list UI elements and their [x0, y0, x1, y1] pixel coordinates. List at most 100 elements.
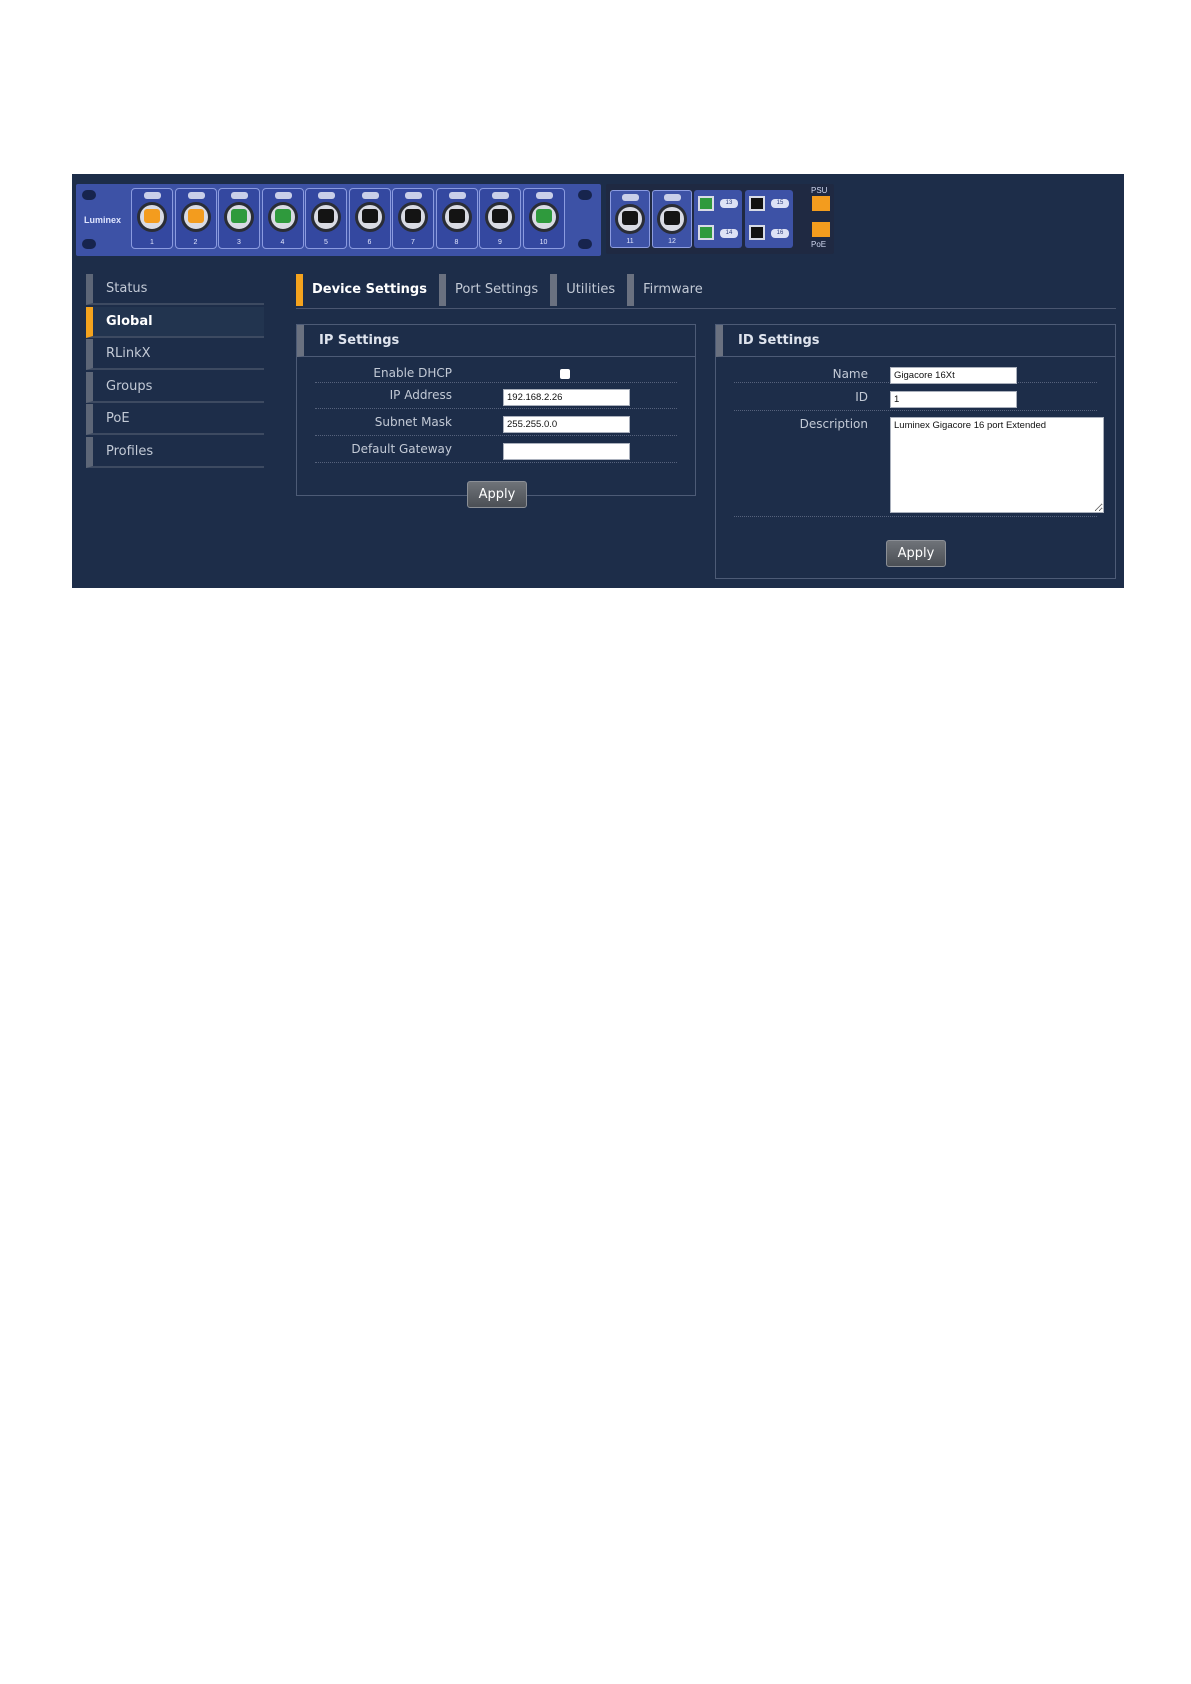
port-number: 12 — [668, 238, 676, 245]
rack-mount-hole — [82, 190, 96, 200]
tab-utilities[interactable]: Utilities — [550, 274, 627, 306]
port-number: 1 — [150, 239, 154, 246]
port-2[interactable]: 2 — [174, 188, 217, 249]
sidebar-item-poe[interactable]: PoE — [86, 404, 264, 435]
rack-unit: Luminex 1 2 3 4 5 6 7 8 9 10 — [76, 184, 601, 256]
port-latch — [318, 192, 335, 199]
port-connector-icon — [485, 202, 515, 232]
port-latch — [231, 192, 248, 199]
sidebar-item-groups[interactable]: Groups — [86, 371, 264, 403]
port-connector-icon — [398, 202, 428, 232]
gateway-input[interactable] — [503, 443, 630, 460]
tab-port-settings[interactable]: Port Settings — [438, 274, 550, 306]
port-5[interactable]: 5 — [305, 188, 347, 249]
port-latch — [274, 192, 292, 199]
sfp-port-15[interactable] — [749, 196, 765, 211]
psu-label: PSU — [811, 186, 828, 195]
port-latch — [664, 194, 681, 201]
port-6[interactable]: 6 — [348, 188, 391, 249]
dhcp-checkbox[interactable] — [560, 369, 570, 379]
name-row: Name Gigacore 16Xt — [734, 357, 1097, 384]
port-latch — [361, 192, 379, 199]
id-settings-panel: ID Settings Name Gigacore 16Xt ID 1 Desc… — [715, 324, 1116, 579]
rack-mount-hole — [82, 239, 96, 249]
port-connector-icon — [137, 202, 167, 232]
description-textarea[interactable] — [890, 417, 1104, 513]
port-12[interactable]: 12 — [652, 190, 692, 248]
sfp-group-15-16: 15 16 — [745, 190, 793, 248]
sfp-port-14[interactable] — [698, 225, 714, 240]
rack-mount-hole — [578, 190, 592, 200]
port-7[interactable]: 7 — [392, 188, 434, 249]
port-number: 3 — [237, 239, 241, 246]
port-latch — [492, 192, 509, 199]
port-connector-icon — [615, 204, 645, 234]
ip-settings-panel: IP Settings Enable DHCP IP Address 192.1… — [296, 324, 696, 508]
sidebar-item-rlinkx[interactable]: RLinkX — [86, 339, 264, 370]
port-3[interactable]: 3 — [218, 188, 260, 249]
sidebar-item-status[interactable]: Status — [86, 274, 264, 305]
port-number: 11 — [626, 238, 634, 245]
port-10[interactable]: 10 — [522, 188, 565, 249]
name-input[interactable]: Gigacore 16Xt — [890, 367, 1017, 384]
tab-device-settings[interactable]: Device Settings — [296, 274, 439, 306]
sfp-label: 16 — [771, 229, 789, 238]
port-number: 2 — [193, 239, 198, 246]
port-latch — [448, 192, 466, 199]
port-8[interactable]: 8 — [435, 188, 478, 249]
ip-address-label: IP Address — [389, 388, 452, 402]
sidebar-item-global[interactable]: Global — [86, 306, 264, 338]
port-connector-icon — [657, 204, 687, 234]
sidebar-nav: Status Global RLinkX Groups PoE Profiles — [86, 274, 264, 469]
port-9[interactable]: 9 — [479, 188, 521, 249]
port-latch — [405, 192, 422, 199]
port-11[interactable]: 11 — [610, 190, 650, 248]
poe-indicator — [812, 222, 830, 237]
port-latch — [535, 192, 553, 199]
port-number: 4 — [280, 239, 285, 246]
id-apply-button[interactable]: Apply — [886, 540, 946, 567]
switch-web-ui: Luminex 12345678910 11 12 13 14 — [72, 174, 1124, 588]
subnet-mask-row: Subnet Mask 255.255.0.0 — [315, 410, 677, 436]
port-connector-icon — [528, 202, 559, 232]
subnet-mask-input[interactable]: 255.255.0.0 — [503, 416, 630, 433]
port-number: 7 — [411, 239, 415, 246]
id-input[interactable]: 1 — [890, 391, 1017, 408]
port-latch — [622, 194, 639, 201]
sfp-label: 13 — [720, 199, 738, 208]
ip-address-row: IP Address 192.168.2.26 — [315, 383, 677, 409]
sidebar-item-profiles[interactable]: Profiles — [86, 436, 264, 468]
tab-firmware[interactable]: Firmware — [627, 274, 715, 306]
sfp-label: 15 — [771, 199, 789, 208]
port-latch — [187, 192, 205, 199]
brand-logo: Luminex — [84, 215, 122, 225]
settings-tabs: Device Settings Port Settings Utilities … — [296, 274, 1116, 309]
id-label: ID — [855, 390, 868, 404]
port-number: 8 — [454, 239, 459, 246]
port-connector-icon — [311, 202, 341, 232]
port-number: 6 — [367, 239, 372, 246]
port-connector-icon — [441, 202, 472, 232]
ip-settings-title: IP Settings — [297, 325, 695, 357]
poe-label: PoE — [811, 240, 827, 249]
dhcp-row: Enable DHCP — [315, 357, 677, 383]
id-settings-title: ID Settings — [716, 325, 1115, 357]
gateway-label: Default Gateway — [351, 442, 452, 456]
port-number: 10 — [539, 239, 548, 246]
subnet-mask-label: Subnet Mask — [374, 415, 452, 429]
name-label: Name — [832, 367, 868, 381]
gateway-row: Default Gateway — [315, 437, 677, 463]
psu-indicator — [812, 196, 830, 211]
sfp-port-13[interactable] — [698, 196, 714, 211]
port-1[interactable]: 1 — [131, 188, 173, 249]
sfp-group-13-14: 13 14 — [694, 190, 742, 248]
port-4[interactable]: 4 — [261, 188, 304, 249]
port-row: 1 2 3 4 5 6 7 8 9 10 — [131, 188, 566, 249]
port-connector-icon — [224, 202, 254, 232]
description-label: Description — [799, 417, 868, 431]
rack-mount-hole — [578, 239, 592, 249]
sfp-port-16[interactable] — [749, 225, 765, 240]
port-connector-icon — [267, 202, 298, 232]
ip-address-input[interactable]: 192.168.2.26 — [503, 389, 630, 406]
ip-apply-button[interactable]: Apply — [467, 481, 527, 508]
